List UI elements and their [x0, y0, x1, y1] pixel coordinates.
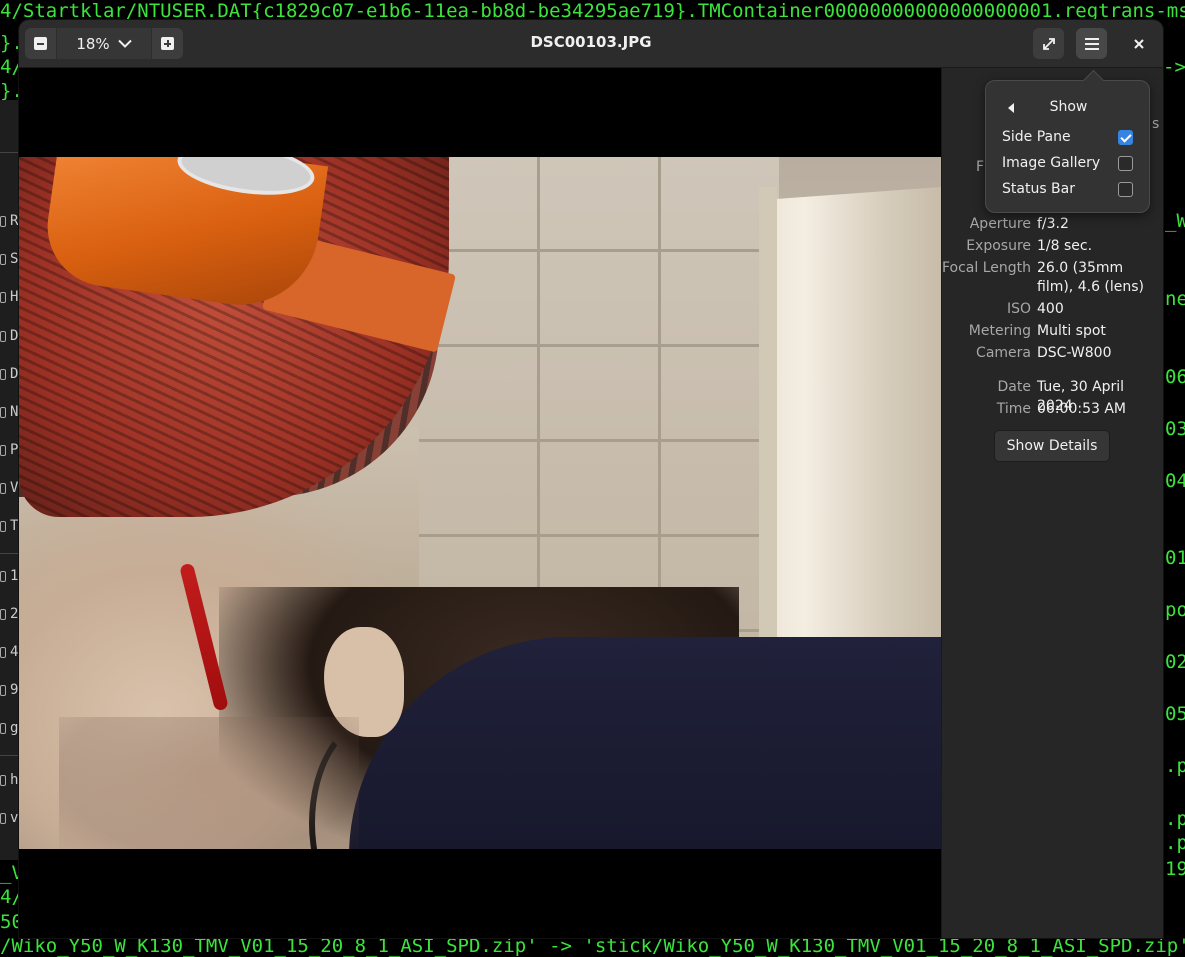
main-menu-button[interactable] — [1076, 28, 1107, 59]
background-terminal-right: _W- ne 06. 03. 04. 01. po 02. 05. .p .p … — [1163, 210, 1185, 930]
list-item: h — [0, 772, 19, 788]
fullscreen-icon — [1042, 37, 1055, 50]
close-icon — [1133, 38, 1144, 49]
list-item: P — [0, 442, 19, 458]
close-button[interactable] — [1123, 28, 1154, 59]
headerbar: 18% DSC00103.JPG — [19, 20, 1163, 68]
terminal-fragment: _W- — [1165, 210, 1185, 232]
terminal-fragment: 06. — [1165, 366, 1185, 388]
list-item: 9 — [0, 682, 19, 698]
zoom-level-dropdown[interactable]: 18% — [56, 28, 152, 59]
terminal-fragment: 19. — [1165, 858, 1185, 880]
terminal-fragment: ne — [1165, 288, 1185, 310]
zoom-in-button[interactable] — [152, 28, 183, 59]
zoom-controls: 18% — [25, 28, 193, 59]
property-label: Time — [996, 401, 1031, 417]
property-value: 400 — [1037, 301, 1064, 317]
terminal-fragment: .p — [1165, 755, 1185, 777]
terminal-fragment: 04. — [1165, 470, 1185, 492]
menu-item-side-pane[interactable]: Side Pane — [986, 126, 1151, 150]
background-file-list: R S H D D N P V T 1 2 4 9 g h v — [0, 100, 19, 860]
show-details-button[interactable]: Show Details — [994, 430, 1110, 462]
photo — [19, 157, 941, 849]
list-item: S — [0, 251, 19, 267]
property-value: 26.0 (35mm film), 4.6 (lens) — [1037, 260, 1145, 295]
list-item: D — [0, 328, 19, 344]
list-item: 4 — [0, 644, 19, 660]
zoom-out-button[interactable] — [25, 28, 56, 59]
list-item: N — [0, 404, 19, 420]
property-label: ISO — [1006, 301, 1031, 317]
fullscreen-button[interactable] — [1033, 28, 1064, 59]
popover-header[interactable]: Show — [986, 98, 1151, 118]
zoom-out-icon — [34, 37, 47, 50]
list-item: V — [0, 480, 19, 496]
list-item: H — [0, 289, 19, 305]
list-item: v — [0, 810, 19, 826]
partial-label: F — [976, 159, 985, 175]
side-pane-checkbox[interactable] — [1118, 130, 1133, 145]
popover-title: Show — [1049, 99, 1088, 115]
show-popover-menu: Show Side Pane Image Gallery Status Bar — [985, 80, 1150, 213]
zoom-in-icon — [161, 37, 174, 50]
menu-item-status-bar[interactable]: Status Bar — [986, 178, 1151, 202]
image-canvas[interactable] — [19, 68, 941, 938]
zoom-level-value: 18% — [76, 34, 110, 53]
terminal-line: -> — [1163, 56, 1185, 78]
list-item: 2 — [0, 606, 19, 622]
property-value: f/3.2 — [1037, 216, 1069, 232]
property-value: Multi spot — [1037, 323, 1106, 339]
property-label: Metering — [968, 323, 1031, 339]
terminal-fragment: po — [1165, 599, 1185, 621]
image-gallery-checkbox[interactable] — [1118, 156, 1133, 171]
property-value: 1/8 sec. — [1037, 238, 1093, 254]
terminal-line: /Wiko_Y50_W_K130_TMV_V01_15_20_8_1_ASI_S… — [0, 935, 1185, 957]
status-bar-checkbox[interactable] — [1118, 182, 1133, 197]
menu-item-image-gallery[interactable]: Image Gallery — [986, 152, 1151, 176]
terminal-fragment: 02. — [1165, 651, 1185, 673]
terminal-fragment: 01. — [1165, 547, 1185, 569]
property-label: Exposure — [966, 238, 1031, 254]
list-item: R — [0, 213, 19, 229]
terminal-fragment: 05. — [1165, 703, 1185, 725]
menu-item-label: Status Bar — [1002, 181, 1076, 197]
terminal-line: 4/Startklar/NTUSER.DAT{c1829c07-e1b6-11e… — [0, 0, 1185, 22]
property-label: Date — [997, 379, 1031, 395]
terminal-fragment: .p — [1165, 832, 1185, 854]
terminal-fragment: 03. — [1165, 418, 1185, 440]
chevron-down-icon — [117, 39, 132, 48]
property-value: 06:00:53 AM — [1037, 401, 1126, 417]
menu-item-label: Image Gallery — [1002, 155, 1101, 171]
list-item: g — [0, 720, 19, 736]
menu-item-label: Side Pane — [1002, 129, 1071, 145]
terminal-fragment: .p — [1165, 808, 1185, 830]
partial-label: s — [1152, 116, 1160, 132]
list-item: D — [0, 366, 19, 382]
property-label: Camera — [976, 345, 1031, 361]
hamburger-menu-icon — [1084, 35, 1099, 53]
list-item: T — [0, 518, 19, 534]
property-value: DSC-W800 — [1037, 345, 1112, 361]
property-label: Aperture — [969, 216, 1031, 232]
property-label: Focal Length — [941, 260, 1031, 276]
list-item: 1 — [0, 568, 19, 584]
